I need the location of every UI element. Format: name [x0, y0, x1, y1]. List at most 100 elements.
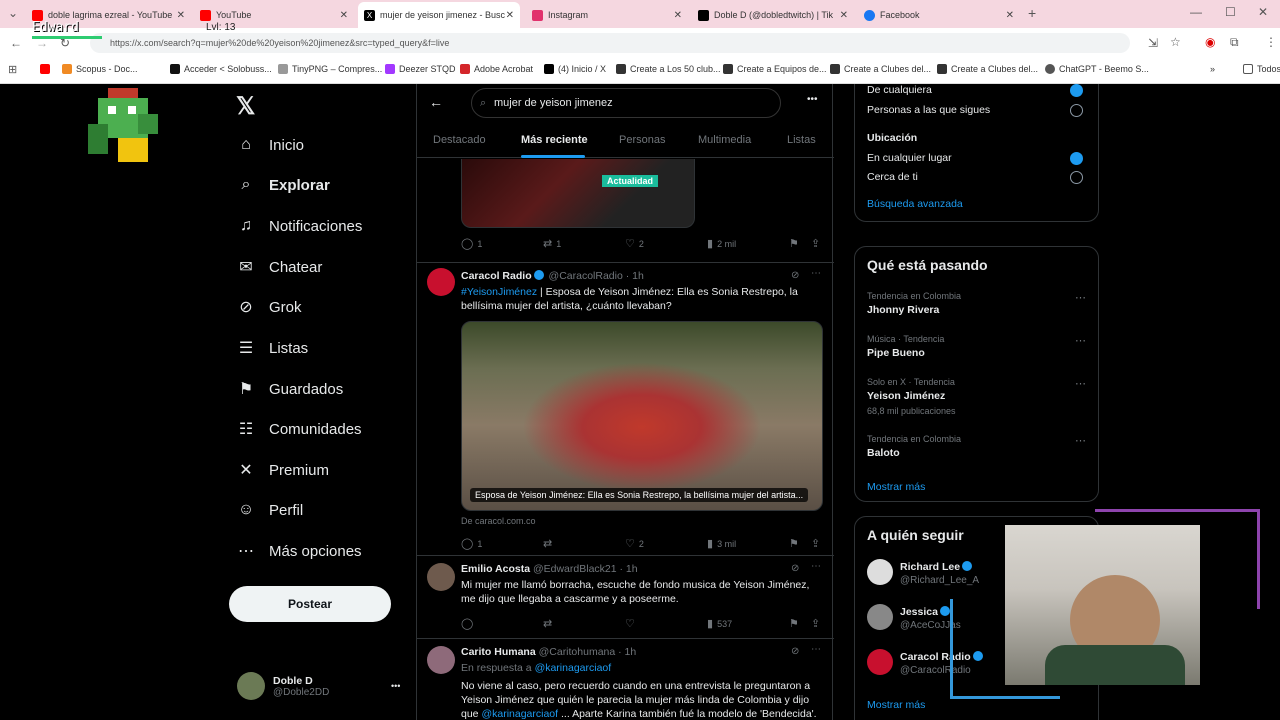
- views-button[interactable]: ▮ 2 mil: [707, 237, 736, 250]
- reply-to-link[interactable]: @karinagarciaof: [535, 662, 612, 674]
- close-icon[interactable]: ✕: [1006, 10, 1014, 21]
- reply-button[interactable]: ◯ 1: [461, 537, 482, 550]
- bookmark-item[interactable]: Adobe Acrobat: [460, 64, 533, 74]
- filter-option[interactable]: De cualquiera: [867, 84, 1089, 97]
- retweet-button[interactable]: ⇄: [543, 537, 556, 550]
- share-button[interactable]: ⇪: [811, 237, 824, 250]
- nav-premium[interactable]: ✕ Premium: [236, 455, 329, 485]
- trend-more-icon[interactable]: ⋯: [1075, 291, 1086, 304]
- opera-icon[interactable]: ◉: [1205, 35, 1215, 49]
- bookmark-item[interactable]: Deezer STQD: [385, 64, 456, 74]
- browser-tab[interactable]: Facebook ✕: [858, 2, 1020, 28]
- like-button[interactable]: ♡ 2: [625, 237, 644, 250]
- tab-destacado[interactable]: Destacado: [433, 134, 486, 146]
- radio[interactable]: [1070, 171, 1083, 184]
- radio-selected[interactable]: [1070, 152, 1083, 165]
- reply-button[interactable]: ◯: [461, 617, 477, 630]
- tweet-author[interactable]: Carito Humana: [461, 646, 536, 658]
- trend-more-icon[interactable]: ⋯: [1075, 334, 1086, 347]
- trend-more-icon[interactable]: ⋯: [1075, 434, 1086, 447]
- bookmark-item[interactable]: Create a Los 50 club...: [616, 64, 721, 74]
- nav-explorar[interactable]: ⌕ Explorar: [236, 170, 330, 200]
- retweet-button[interactable]: ⇄ 1: [543, 237, 561, 250]
- radio[interactable]: [1070, 104, 1083, 117]
- tab-personas[interactable]: Personas: [619, 134, 665, 146]
- advanced-search-link[interactable]: Búsqueda avanzada: [867, 198, 963, 210]
- back-arrow-icon[interactable]: ←: [429, 94, 443, 110]
- tab-search-icon[interactable]: ⌄: [8, 6, 18, 20]
- like-button[interactable]: ♡: [625, 617, 639, 630]
- nav-comunidades[interactable]: ☷ Comunidades: [236, 414, 362, 444]
- bookmark-star-icon[interactable]: ☆: [1170, 35, 1181, 49]
- bookmark-button[interactable]: ⚑: [789, 237, 803, 250]
- tweet[interactable]: Carito Humana @Caritohumana · 1h ⊘ ⋯ En …: [417, 640, 834, 720]
- retweet-button[interactable]: ⇄: [543, 617, 556, 630]
- window-close-icon[interactable]: ✕: [1258, 5, 1268, 19]
- link-source[interactable]: De caracol.com.co: [461, 516, 536, 526]
- browser-tab[interactable]: Instagram ✕: [526, 2, 688, 28]
- post-button[interactable]: Postear: [229, 586, 391, 622]
- bookmark-youtube[interactable]: [40, 64, 54, 74]
- search-more-icon[interactable]: •••: [807, 94, 818, 105]
- bookmark-item[interactable]: (4) Inicio / X: [544, 64, 606, 74]
- close-icon[interactable]: ✕: [340, 10, 348, 21]
- new-tab-button[interactable]: +: [1028, 5, 1036, 21]
- hashtag-link[interactable]: #YeisonJiménez: [461, 286, 537, 298]
- nav-perfil[interactable]: ☺ Perfil: [236, 495, 303, 525]
- trend-more-icon[interactable]: ⋯: [1075, 377, 1086, 390]
- tweet-author[interactable]: Emilio Acosta: [461, 563, 530, 575]
- url-field[interactable]: https://x.com/search?q=mujer%20de%20yeis…: [90, 33, 1130, 53]
- nav-chatear[interactable]: ✉ Chatear: [236, 252, 322, 282]
- share-button[interactable]: ⇪: [811, 617, 824, 630]
- extensions-icon[interactable]: ⧉: [1230, 35, 1239, 50]
- nav-mas-opciones[interactable]: ⋯ Más opciones: [236, 536, 362, 566]
- avatar[interactable]: [427, 563, 455, 591]
- tweet-author[interactable]: Caracol Radio: [461, 270, 532, 282]
- browser-tab-active[interactable]: Xmujer de yeison jimenez - Busc ✕: [358, 2, 520, 28]
- tweet-more-icon[interactable]: ⋯: [811, 644, 821, 655]
- search-input[interactable]: ⌕ mujer de yeison jimenez: [471, 88, 781, 118]
- bookmark-item[interactable]: Create a Clubes del...: [830, 64, 931, 74]
- tab-listas[interactable]: Listas: [787, 134, 816, 146]
- close-icon[interactable]: ✕: [506, 10, 514, 21]
- grok-explain-icon[interactable]: ⊘: [791, 563, 799, 574]
- bookmark-item[interactable]: Create a Equipos de...: [723, 64, 827, 74]
- tab-multimedia[interactable]: Multimedia: [698, 134, 751, 146]
- nav-notificaciones[interactable]: ♫ Notificaciones: [236, 211, 362, 241]
- trends-show-more[interactable]: Mostrar más: [867, 481, 925, 493]
- nav-listas[interactable]: ☰ Listas: [236, 333, 308, 363]
- menu-icon[interactable]: ⋮: [1265, 35, 1277, 49]
- follow-show-more[interactable]: Mostrar más: [867, 699, 925, 711]
- grok-explain-icon[interactable]: ⊘: [791, 270, 799, 281]
- close-icon[interactable]: ✕: [840, 10, 848, 21]
- tweet-more-icon[interactable]: ⋯: [811, 561, 821, 572]
- close-icon[interactable]: ✕: [177, 10, 185, 21]
- minimize-icon[interactable]: —: [1190, 5, 1202, 19]
- x-logo-icon[interactable]: 𝕏: [236, 92, 255, 121]
- bookmarks-overflow[interactable]: »: [1210, 64, 1215, 74]
- tweet-image[interactable]: Esposa de Yeison Jiménez: Ella es Sonia …: [461, 321, 823, 511]
- mention-link[interactable]: @karinagarciaof: [481, 708, 558, 720]
- bookmark-item[interactable]: TinyPNG – Compres...: [278, 64, 382, 74]
- tweet[interactable]: Emilio Acosta @EdwardBlack21 · 1h ⊘ ⋯ Mi…: [417, 557, 834, 639]
- bookmark-button[interactable]: ⚑: [789, 537, 803, 550]
- tweet[interactable]: Actualidad ◯ 1 ⇄ 1 ♡ 2 ▮ 2 mil ⚑ ⇪: [417, 159, 834, 263]
- nav-grok[interactable]: ⊘ Grok: [236, 292, 301, 322]
- views-button[interactable]: ▮ 537: [707, 617, 732, 630]
- tweet-more-icon[interactable]: ⋯: [811, 268, 821, 279]
- reply-button[interactable]: ◯ 1: [461, 237, 482, 250]
- filter-option[interactable]: Personas a las que sigues: [867, 104, 1089, 117]
- account-switcher[interactable]: Doble D @Doble2DD •••: [237, 672, 400, 700]
- filter-option[interactable]: Cerca de ti: [867, 171, 1089, 184]
- browser-tab[interactable]: Doble D (@dobledtwitch) | Tik ✕: [692, 2, 854, 28]
- profile-more-icon[interactable]: •••: [391, 681, 400, 691]
- like-button[interactable]: ♡ 2: [625, 537, 644, 550]
- filter-option[interactable]: En cualquier lugar: [867, 152, 1089, 165]
- avatar[interactable]: [427, 646, 455, 674]
- nav-inicio[interactable]: ⌂ Inicio: [236, 130, 304, 160]
- bookmark-button[interactable]: ⚑: [789, 617, 803, 630]
- maximize-icon[interactable]: ☐: [1225, 5, 1236, 19]
- views-button[interactable]: ▮ 3 mil: [707, 537, 736, 550]
- bookmark-item[interactable]: Scopus - Doc...: [62, 64, 138, 74]
- install-icon[interactable]: ⇲: [1148, 36, 1158, 50]
